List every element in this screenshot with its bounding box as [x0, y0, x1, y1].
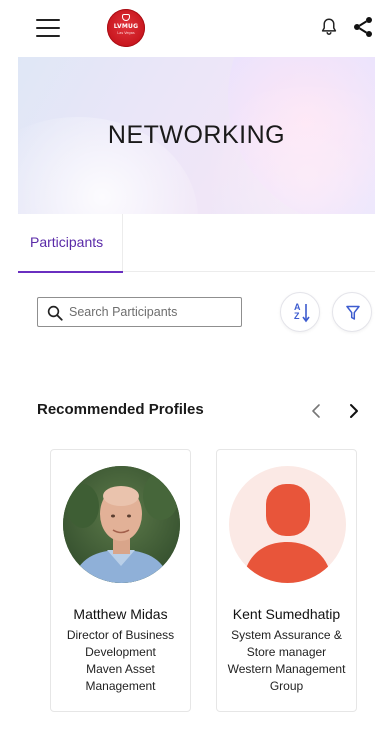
avatar [63, 466, 180, 583]
profile-photo [63, 466, 180, 583]
share-icon[interactable] [351, 15, 375, 39]
hamburger-menu-icon[interactable] [36, 17, 60, 37]
search-input[interactable] [69, 299, 237, 325]
filter-button[interactable] [332, 292, 372, 332]
logo-subtext: Las Vegas [117, 31, 135, 35]
hero-banner: NETWORKING [18, 57, 375, 214]
avatar [229, 466, 346, 583]
chevron-right-icon[interactable] [344, 399, 364, 423]
chevron-left-icon[interactable] [306, 399, 326, 423]
profile-role: System Assurance & Store manager [231, 628, 342, 659]
placeholder-person-icon [243, 484, 332, 583]
profile-organization: Maven Asset Management [85, 662, 156, 693]
profile-organization: Western Management Group [227, 662, 346, 693]
sort-arrow-icon [302, 304, 310, 323]
app-logo[interactable]: LVMUG Las Vegas [107, 9, 145, 47]
sort-button[interactable]: A Z [280, 292, 320, 332]
profile-role: Director of Business Development [66, 628, 175, 659]
sort-z-label: Z [294, 311, 300, 321]
page-title: NETWORKING [107, 121, 286, 149]
active-tab-indicator [18, 271, 123, 273]
logo-text: LVMUG [113, 23, 139, 30]
search-icon [47, 305, 63, 321]
top-app-bar: LVMUG Las Vegas [0, 0, 375, 56]
tab-bar: Participants [18, 214, 375, 273]
profile-card[interactable]: Kent Sumedhatip System Assurance & Store… [216, 449, 357, 712]
tab-participants[interactable]: Participants [18, 214, 123, 273]
profile-card[interactable]: Matthew Midas Director of Business Devel… [50, 449, 191, 712]
filter-icon [346, 305, 360, 320]
section-title-recommended: Recommended Profiles [37, 401, 204, 418]
bell-icon[interactable] [318, 16, 340, 38]
tab-participants-label: Participants [30, 234, 104, 250]
profile-name: Matthew Midas [73, 606, 168, 622]
profile-name: Kent Sumedhatip [232, 606, 341, 622]
search-box [37, 297, 242, 327]
